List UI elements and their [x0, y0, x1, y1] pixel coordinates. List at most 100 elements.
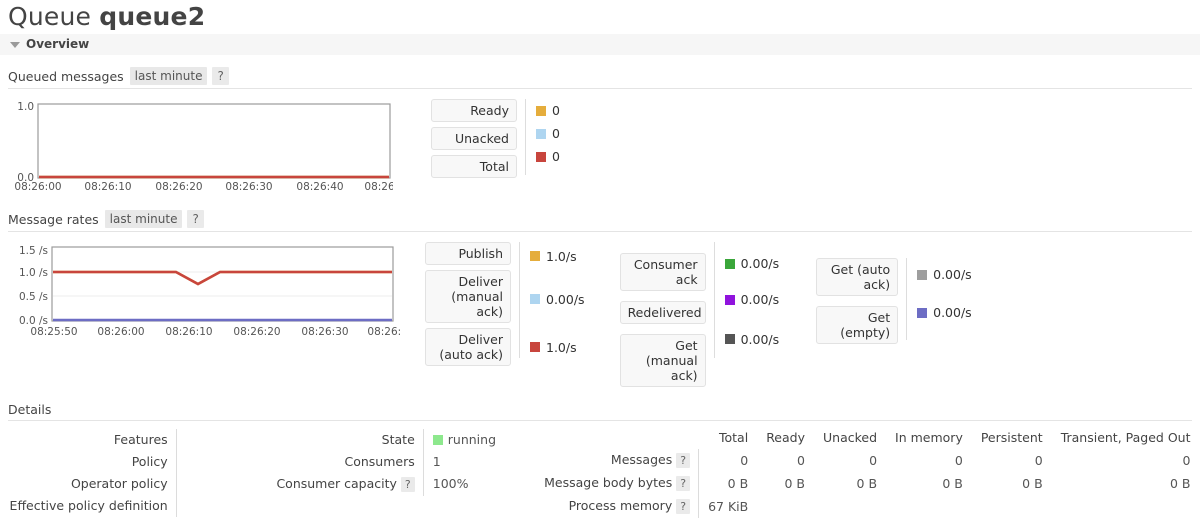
legend-button-publish[interactable]: Publish [425, 242, 511, 265]
message-rates-header: Message rates last minute ? [8, 210, 1192, 232]
message-body-bytes-help-icon[interactable]: ? [676, 476, 691, 491]
svg-text:08:26:30: 08:26:30 [225, 181, 272, 191]
details-value-consumers: 1 [432, 454, 441, 469]
stats-cell-bytes-ready: 0 B [784, 475, 805, 491]
triangle-down-icon [10, 41, 20, 48]
stats-cell-bytes-unacked: 0 B [856, 475, 878, 491]
legend-button-deliver-manual-ack-line1: Deliver [458, 274, 504, 289]
details-label-consumers: Consumers [344, 454, 415, 469]
legend-value-publish-text: 1.0/s [546, 248, 577, 264]
stats-col-transient-paged-out: Transient, Paged Out [1060, 430, 1191, 445]
svg-text:08:26:10: 08:26:10 [84, 181, 131, 191]
message-rates-help-icon[interactable]: ? [187, 210, 204, 228]
stats-cell-messages-persistent: 0 [1034, 452, 1043, 468]
stats-row-label-message-body-bytes: Message body bytes? [535, 472, 700, 495]
swatch-deliver-auto-ack [530, 342, 540, 352]
table-row: Process memory? 67 KiB [535, 495, 1199, 518]
legend-button-get-auto-ack[interactable]: Get (auto ack) [816, 258, 899, 296]
stats-col-in-memory: In memory [895, 430, 963, 445]
swatch-consumer-ack [724, 258, 735, 269]
stats-cell-process-memory-in-memory [886, 495, 972, 518]
message-rates-title: Message rates [8, 211, 99, 227]
legend-value-total: 0 [526, 145, 560, 168]
overview-section-toggle[interactable]: Overview [0, 34, 1200, 55]
legend-value-consumer-ack-text: 0.00/s [740, 256, 780, 271]
legend-value-get-empty-text: 0.00/s [933, 305, 972, 320]
legend-button-get-empty[interactable]: Get (empty) [816, 306, 899, 344]
swatch-ready [536, 105, 546, 116]
stats-row-label-process-memory-text: Process memory [568, 498, 673, 513]
messages-help-icon[interactable]: ? [676, 453, 691, 468]
legend-value-unacked-text: 0 [552, 126, 560, 141]
stats-row-label-process-memory: Process memory? [535, 495, 700, 518]
svg-text:08:26:40: 08:26:40 [296, 181, 343, 191]
details-mid-labels: State Consumers Consumer capacity? [225, 429, 424, 496]
legend-value-deliver-auto-ack-text: 1.0/s [546, 339, 577, 355]
details-value-state: running [432, 429, 535, 451]
page-title: Queue queue2 [0, 0, 1200, 32]
details-left-labels: Features Policy Operator policy Effectiv… [0, 429, 177, 517]
message-rates-plot: 1.5 /s 1.0 /s 0.5 /s 0.0 /s 08:25:50 08:… [19, 245, 400, 338]
details-label-features: Features [113, 432, 168, 447]
queued-messages-plot: 1.0 0.0 08:26:00 08:26:10 08:26:20 08:26… [14, 101, 393, 191]
legend-button-get-auto-ack-line1: Get (auto [830, 262, 891, 277]
stats-cell-messages-in-memory: 0 [954, 452, 963, 468]
state-running-indicator-icon [432, 435, 443, 445]
legend-button-unacked[interactable]: Unacked [431, 127, 517, 150]
swatch-publish [530, 251, 540, 261]
details-label-policy: Policy [131, 454, 168, 469]
legend-value-publish: 1.0/s [520, 242, 585, 270]
stats-corner-cell [535, 429, 698, 449]
stats-row-label-messages: Messages? [535, 449, 700, 472]
stats-cell-messages-unacked: 0 [869, 452, 878, 468]
svg-text:08:26:10: 08:26:10 [165, 326, 212, 338]
stats-cell-process-memory-persistent [972, 495, 1052, 518]
stats-cell-bytes-transient-paged-out: 0 B [1169, 475, 1191, 491]
swatch-deliver-manual-ack [530, 294, 540, 304]
details-title: Details [8, 402, 52, 417]
details-label-consumer-capacity-text: Consumer capacity [276, 476, 397, 491]
consumer-capacity-help-icon[interactable]: ? [400, 477, 415, 492]
legend-button-redelivered[interactable]: Redelivered [619, 301, 706, 324]
message-rates-period-chip[interactable]: last minute [104, 210, 183, 228]
queued-messages-header: Queued messages last minute ? [8, 67, 1192, 89]
process-memory-help-icon[interactable]: ? [676, 499, 691, 514]
stats-col-persistent: Persistent [980, 430, 1043, 445]
legend-value-deliver-auto-ack: 1.0/s [520, 328, 585, 366]
svg-text:08:26:00: 08:26:00 [97, 326, 144, 338]
legend-button-ready[interactable]: Ready [431, 99, 517, 122]
svg-text:08:26:20: 08:26:20 [233, 326, 280, 338]
legend-button-get-manual-ack[interactable]: Get (manual ack) [619, 334, 706, 387]
stats-col-unacked: Unacked [823, 430, 878, 445]
details-label-state: State [381, 432, 415, 447]
message-rates-legend-col3-labels: Get (auto ack) Get (empty) [816, 242, 899, 349]
legend-button-deliver-auto-ack[interactable]: Deliver (auto ack) [425, 328, 511, 366]
details-label-effective-policy-definition: Effective policy definition [9, 498, 168, 513]
swatch-get-auto-ack [917, 269, 928, 280]
legend-button-total[interactable]: Total [431, 155, 517, 178]
message-rates-legend-col1-labels: Publish Deliver (manual ack) Deliver (au… [425, 242, 511, 371]
legend-button-deliver-manual-ack[interactable]: Deliver (manual ack) [425, 270, 511, 323]
legend-value-consumer-ack: 0.00/s [715, 242, 780, 285]
legend-value-redelivered: 0.00/s [715, 285, 779, 314]
details-header: Details [8, 402, 1192, 421]
table-row: Message body bytes? 0 B 0 B 0 B 0 B 0 B … [535, 472, 1199, 495]
legend-button-deliver-manual-ack-line2: (manual [451, 289, 503, 304]
swatch-get-manual-ack [724, 334, 735, 344]
page-title-queue-name: queue2 [99, 2, 206, 31]
queued-messages-help-icon[interactable]: ? [212, 67, 229, 85]
legend-button-deliver-manual-ack-line3: ack) [476, 304, 503, 319]
queued-messages-title: Queued messages [8, 68, 124, 84]
legend-button-deliver-auto-ack-line1: Deliver [458, 332, 504, 347]
queued-messages-period-chip[interactable]: last minute [129, 67, 208, 85]
legend-button-consumer-ack[interactable]: Consumer ack [619, 253, 706, 291]
legend-button-consumer-ack-line2: ack [675, 272, 698, 287]
message-rates-legend-col2-labels: Consumer ack Redelivered Get (manual ack… [619, 242, 706, 392]
stats-cell-messages-transient-paged-out: 0 [1182, 452, 1191, 468]
y-tick-top: 1.0 [17, 101, 34, 113]
legend-value-unacked: 0 [526, 122, 560, 145]
legend-button-get-empty-line1: Get [867, 310, 891, 325]
stats-cell-process-memory-total: 67 KiB [708, 498, 749, 514]
page-title-prefix: Queue [8, 2, 92, 31]
svg-text:0.5 /s: 0.5 /s [19, 291, 48, 303]
